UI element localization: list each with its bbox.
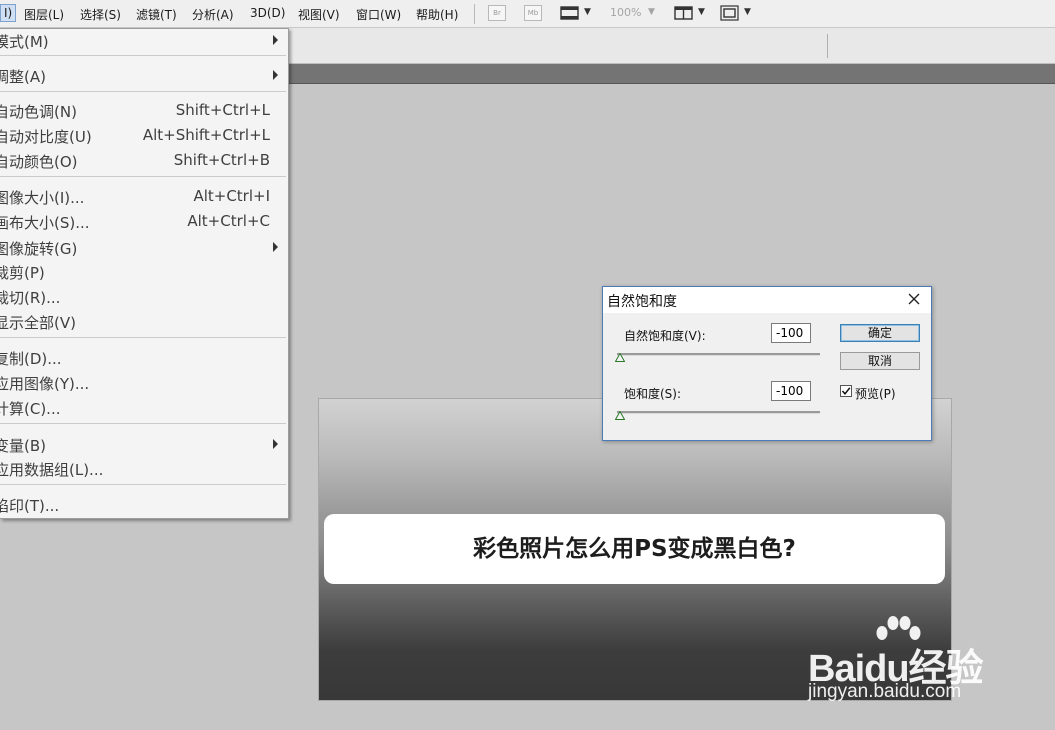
- menu-separator: [0, 91, 286, 92]
- submenu-arrow-icon: [273, 439, 278, 449]
- film-strip-icon: [560, 6, 579, 20]
- chevron-down-icon: ▼: [698, 7, 705, 17]
- preview-label: 预览(P): [855, 387, 896, 401]
- menu-select[interactable]: 选择(S): [80, 6, 121, 23]
- dialog-titlebar[interactable]: 自然饱和度: [603, 287, 931, 313]
- menu-item-label: 裁切(R)...: [0, 289, 61, 307]
- image-menu-dropdown: 模式(M) 调整(A) 自动色调(N) Shift+Ctrl+L 自动对比度(U…: [0, 28, 289, 519]
- menu-item-label: 变量(B): [0, 437, 46, 455]
- menu-filter[interactable]: 滤镜(T): [136, 6, 177, 23]
- vibrance-slider-track[interactable]: [617, 353, 820, 356]
- menu-item-label: 调整(A): [0, 68, 46, 86]
- submenu-arrow-icon: [273, 242, 278, 252]
- screen-mode-icon: [720, 5, 739, 21]
- saturation-slider-thumb[interactable]: [615, 411, 625, 420]
- menu-separator: [0, 55, 286, 56]
- menu-item-trap[interactable]: 陷印(T)...: [0, 493, 288, 517]
- menu-item-duplicate[interactable]: 复制(D)...: [0, 346, 288, 370]
- chevron-down-icon: ▼: [584, 7, 591, 17]
- menu-3d[interactable]: 3D(D): [250, 6, 285, 20]
- screen-mode-button[interactable]: ▼: [720, 5, 756, 21]
- bridge-icon: Br: [488, 5, 506, 21]
- menu-item-auto-tone[interactable]: 自动色调(N) Shift+Ctrl+L: [0, 99, 288, 123]
- saturation-input[interactable]: [771, 381, 811, 401]
- menu-item-shortcut: Alt+Shift+Ctrl+L: [142, 126, 270, 144]
- menu-item-label: 应用图像(Y)...: [0, 375, 90, 393]
- menu-item-calculations[interactable]: 计算(C)...: [0, 396, 288, 420]
- menu-view[interactable]: 视图(V): [298, 6, 340, 23]
- menu-item-label: 图像旋转(G): [0, 240, 78, 258]
- menu-item-crop[interactable]: 裁剪(P): [0, 260, 288, 284]
- bridge-button[interactable]: Br: [488, 5, 510, 21]
- menu-item-auto-color[interactable]: 自动颜色(O) Shift+Ctrl+B: [0, 149, 288, 173]
- menu-item-label: 陷印(T)...: [0, 497, 60, 515]
- vibrance-input[interactable]: [771, 323, 811, 343]
- menu-item-label: 裁剪(P): [0, 264, 45, 282]
- menu-item-reveal-all[interactable]: 显示全部(V): [0, 310, 288, 334]
- menu-separator: [0, 423, 286, 424]
- menu-item-image-rotation[interactable]: 图像旋转(G): [0, 236, 288, 260]
- submenu-arrow-icon: [273, 35, 278, 45]
- dialog-title: 自然饱和度: [607, 294, 677, 310]
- menu-item-variables[interactable]: 变量(B): [0, 433, 288, 457]
- menu-separator: [0, 176, 286, 177]
- menu-item-shortcut: Alt+Ctrl+C: [187, 212, 270, 230]
- menu-analysis[interactable]: 分析(A): [192, 6, 234, 23]
- menu-separator: [474, 4, 475, 24]
- menu-bar: I) 图层(L) 选择(S) 滤镜(T) 分析(A) 3D(D) 视图(V) 窗…: [0, 0, 1055, 28]
- layout-icon: [674, 6, 693, 20]
- arrange-documents-button[interactable]: ▼: [674, 5, 710, 21]
- screen-extras-button[interactable]: ▼: [560, 5, 596, 21]
- menu-item-shortcut: Shift+Ctrl+B: [173, 151, 270, 169]
- menu-item-label: 画布大小(S)...: [0, 214, 90, 232]
- vibrance-dialog: 自然饱和度 自然饱和度(V): 饱和度(S): 确定 取消 预览(P): [602, 286, 932, 441]
- menu-item-canvas-size[interactable]: 画布大小(S)... Alt+Ctrl+C: [0, 210, 288, 234]
- mini-bridge-icon: Mb: [524, 5, 542, 21]
- menu-item-label: 图像大小(I)...: [0, 189, 85, 207]
- cancel-button[interactable]: 取消: [840, 352, 920, 370]
- saturation-label: 饱和度(S):: [624, 387, 682, 401]
- vibrance-slider-thumb[interactable]: [615, 353, 625, 362]
- submenu-arrow-icon: [273, 70, 278, 80]
- menu-help[interactable]: 帮助(H): [416, 6, 458, 23]
- zoom-level: 100%: [610, 6, 642, 19]
- preview-checkbox[interactable]: [840, 385, 852, 397]
- ok-button[interactable]: 确定: [840, 324, 920, 342]
- menu-item-label: 自动对比度(U): [0, 128, 92, 146]
- menu-item-label: 自动颜色(O): [0, 153, 78, 171]
- chevron-down-icon: ▼: [744, 7, 751, 17]
- watermark-url: jingyan.baidu.com: [808, 681, 962, 702]
- menu-image[interactable]: I): [0, 4, 17, 22]
- saturation-slider-track[interactable]: [617, 411, 820, 414]
- menu-item-shortcut: Alt+Ctrl+I: [193, 187, 270, 205]
- menu-item-label: 复制(D)...: [0, 350, 62, 368]
- menu-item-label: 应用数据组(L)...: [0, 461, 104, 479]
- menu-item-adjustments[interactable]: 调整(A): [0, 64, 288, 88]
- menu-item-label: 自动色调(N): [0, 103, 77, 121]
- baidu-watermark: Baidu经验 jingyan.baidu.com: [808, 615, 1008, 710]
- close-icon[interactable]: [907, 292, 921, 306]
- options-divider: [827, 34, 828, 58]
- menu-item-auto-contrast[interactable]: 自动对比度(U) Alt+Shift+Ctrl+L: [0, 124, 288, 148]
- menu-item-trim[interactable]: 裁切(R)...: [0, 285, 288, 309]
- zoom-select[interactable]: 100% ▼: [610, 5, 660, 21]
- menu-layer[interactable]: 图层(L): [24, 6, 64, 23]
- menu-window[interactable]: 窗口(W): [356, 6, 401, 23]
- chevron-down-icon: ▼: [648, 7, 655, 17]
- vibrance-label: 自然饱和度(V):: [624, 329, 706, 343]
- menu-item-label: 计算(C)...: [0, 400, 61, 418]
- checkmark-icon: [841, 387, 851, 395]
- menu-item-image-size[interactable]: 图像大小(I)... Alt+Ctrl+I: [0, 185, 288, 209]
- menu-separator: [0, 337, 286, 338]
- banner-title: 彩色照片怎么用PS变成黑白色?: [473, 536, 796, 562]
- menu-item-shortcut: Shift+Ctrl+L: [175, 101, 270, 119]
- menu-separator: [0, 484, 286, 485]
- mini-bridge-button[interactable]: Mb: [524, 5, 546, 21]
- menu-item-label: 显示全部(V): [0, 314, 76, 332]
- menu-item-apply-data-set[interactable]: 应用数据组(L)...: [0, 457, 288, 481]
- title-banner: 彩色照片怎么用PS变成黑白色?: [324, 514, 945, 584]
- menu-item-apply-image[interactable]: 应用图像(Y)...: [0, 371, 288, 395]
- menu-item-label: 模式(M): [0, 33, 49, 51]
- menu-item-mode[interactable]: 模式(M): [0, 29, 288, 53]
